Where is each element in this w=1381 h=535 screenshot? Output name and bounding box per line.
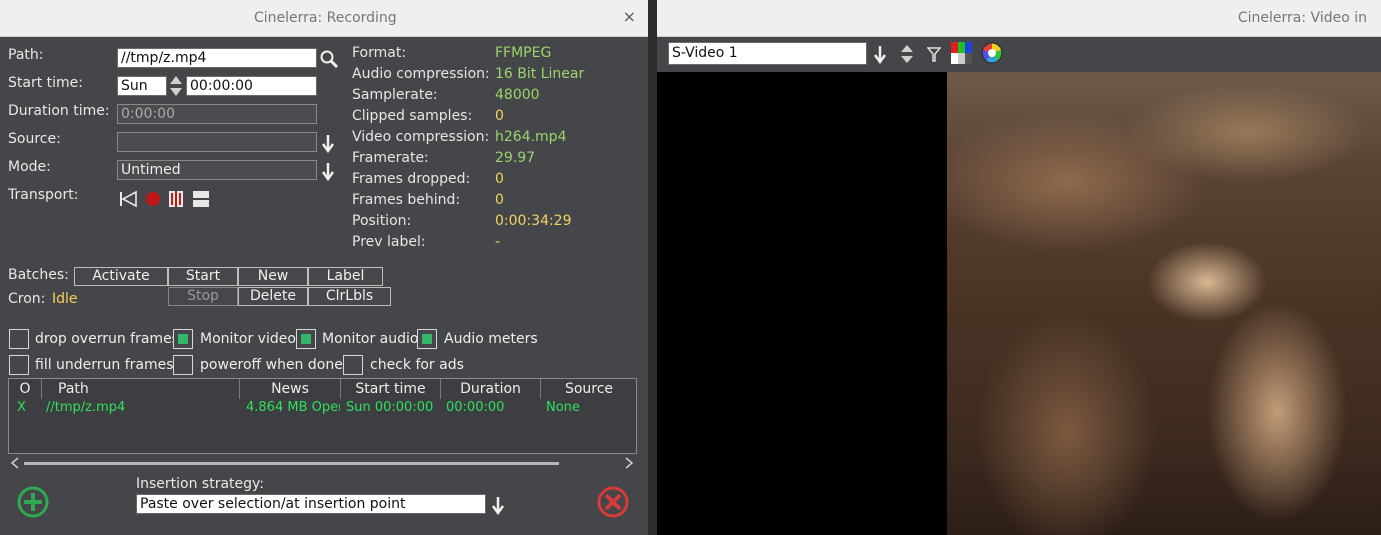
info-label: Frames dropped: [352,171,471,187]
poweroff-when-done-label: poweroff when done [200,357,343,373]
batches-label: Batches: [8,267,69,283]
row-source-cell: None [546,400,580,415]
monitor-video-checkbox[interactable] [173,329,193,349]
fill-underrun-frames-label: fill underrun frames [35,357,174,373]
rewind-icon[interactable] [118,190,138,208]
start-time-label: Start time: [8,75,83,91]
monitor-audio-checkbox[interactable] [296,329,316,349]
record-icon[interactable] [144,190,162,208]
column-header-source[interactable]: Source [541,379,637,399]
transport-label: Transport: [8,187,79,203]
info-value: 0 [495,171,504,187]
info-label: Format: [352,45,407,61]
drop-overrun-frames-label: drop overrun frames [35,331,179,347]
fill-underrun-frames-checkbox[interactable] [9,355,29,375]
info-value: h264.mp4 [495,129,567,145]
info-value: 16 Bit Linear [495,66,585,82]
info-value: 48000 [495,87,540,103]
monitor-audio-label: Monitor audio [322,331,419,347]
cancel-x-icon[interactable] [596,485,630,519]
audio-meters-checkbox[interactable] [417,329,437,349]
search-icon[interactable] [319,49,339,69]
source-input[interactable] [117,132,317,152]
source-dropdown-arrow-icon[interactable] [321,134,335,154]
record-single-frame-icon[interactable] [167,189,185,209]
column-header-duration[interactable]: Duration [441,379,541,399]
info-value: FFMPEG [495,45,552,61]
mode-select[interactable]: Untimed [117,160,317,180]
add-plus-icon[interactable] [16,485,50,519]
start-day-input[interactable]: Sun [117,76,167,96]
new-button[interactable]: New [238,267,308,286]
check-for-ads-checkbox[interactable] [343,355,363,375]
row-on-cell: X [17,400,26,415]
row-path-cell: //tmp/z.mp4 [46,400,126,415]
day-spinner-icon[interactable] [169,75,183,97]
source-label: Source: [8,131,61,147]
info-value: 0 [495,108,504,124]
close-icon[interactable]: × [623,7,636,26]
monitor-video-label: Monitor video [200,331,296,347]
cron-status: Idle [52,291,78,307]
audio-meters-label: Audio meters [444,331,538,347]
channel-down-arrow-icon[interactable] [873,43,887,65]
recording-window: Cinelerra: Recording × Path: //tmp/z.mp4… [0,0,648,535]
picture-controls-icon[interactable] [950,40,974,66]
cron-label: Cron: [8,291,46,307]
column-header-news[interactable]: News [240,379,341,399]
start-button[interactable]: Start [168,267,238,286]
info-label: Video compression: [352,129,490,145]
recording-titlebar[interactable]: Cinelerra: Recording × [0,0,648,37]
activate-button[interactable]: Activate [74,267,168,286]
column-header-on[interactable]: O [9,379,42,399]
delete-button[interactable]: Delete [238,287,308,306]
table-row[interactable]: X //tmp/z.mp4 4.864 MB Oper Sun 00:00:00… [9,399,636,417]
insertion-strategy-label: Insertion strategy: [136,476,265,492]
list-horizontal-scrollbar[interactable] [8,456,637,470]
check-for-ads-label: check for ads [370,357,464,373]
filter-icon[interactable] [927,43,941,65]
batch-list[interactable]: O Path News Start time Duration Source X… [8,378,637,454]
poweroff-when-done-checkbox[interactable] [173,355,193,375]
channel-select[interactable]: S-Video 1 [668,42,867,65]
drop-overrun-frames-checkbox[interactable] [9,329,29,349]
path-label: Path: [8,47,44,63]
stop-button[interactable]: Stop [168,287,238,306]
color-wheel-icon[interactable] [980,41,1004,65]
stop-icon[interactable] [192,190,210,208]
info-value: - [495,234,501,250]
info-label: Framerate: [352,150,429,166]
video-in-window-title: Cinelerra: Video in [1237,10,1367,26]
insertion-strategy-select[interactable]: Paste over selection/at insertion point [136,494,486,514]
label-button[interactable]: Label [308,267,383,286]
row-news-cell: 4.864 MB Oper [246,400,340,415]
start-time-input[interactable]: 00:00:00 [186,76,317,96]
info-value: 0:00:34:29 [495,213,572,229]
duration-time-label: Duration time: [8,103,110,119]
recording-window-title: Cinelerra: Recording [254,10,397,26]
column-header-start-time[interactable]: Start time [341,379,441,399]
info-label: Prev label: [352,234,426,250]
info-label: Clipped samples: [352,108,473,124]
info-label: Frames behind: [352,192,461,208]
duration-time-input[interactable]: 0:00:00 [117,104,317,124]
column-header-path[interactable]: Path [42,379,240,399]
mode-dropdown-arrow-icon[interactable] [321,162,335,182]
info-label: Audio compression: [352,66,490,82]
info-value: 29.97 [495,150,536,166]
mode-label: Mode: [8,159,51,175]
info-label: Position: [352,213,412,229]
video-in-titlebar[interactable]: Cinelerra: Video in [657,0,1381,37]
info-value: 0 [495,192,504,208]
path-input[interactable]: //tmp/z.mp4 [117,48,317,68]
info-label: Samplerate: [352,87,438,103]
insertion-dropdown-arrow-icon[interactable] [491,496,505,516]
clrlbls-button[interactable]: ClrLbls [308,287,391,306]
video-frame [947,72,1381,535]
row-duration-cell: 00:00:00 [446,400,505,415]
row-start-time-cell: Sun 00:00:00 [346,400,434,415]
channel-up-down-icon[interactable] [900,43,914,65]
